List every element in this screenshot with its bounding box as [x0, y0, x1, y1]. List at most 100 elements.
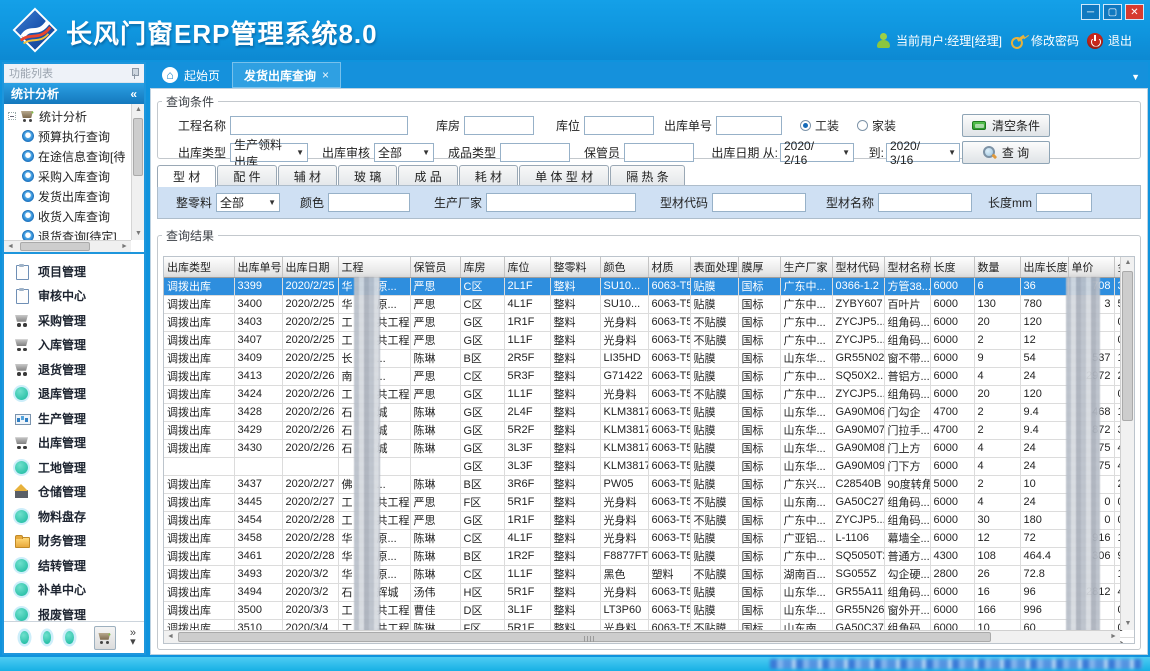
module-dot-icon[interactable] — [20, 631, 29, 644]
tab-close-icon[interactable]: × — [322, 68, 329, 82]
column-header[interactable]: 表面处理 — [690, 257, 738, 277]
tree-item[interactable]: 退货查询[待定] — [8, 226, 131, 240]
radio-industrial[interactable]: 工装 — [800, 117, 839, 134]
sidebar-item-生产管理[interactable]: 生产管理 — [14, 406, 144, 431]
sidebar-item-物料盘存[interactable]: 物料盘存 — [14, 504, 144, 529]
order-no-input[interactable] — [716, 116, 782, 135]
scroll-up-arrow[interactable]: ▲ — [1121, 257, 1135, 269]
scroll-up-arrow[interactable]: ▲ — [132, 104, 144, 116]
color-input[interactable] — [328, 193, 410, 212]
grid-row[interactable]: 调拨出库33992020/2/25华原...严思C区2L1F整料SU10...6… — [164, 277, 1135, 295]
material-tab-5[interactable]: 成 品 — [398, 165, 457, 186]
sidebar-item-项目管理[interactable]: 项目管理 — [14, 259, 144, 284]
column-header[interactable]: 出库日期 — [282, 257, 338, 277]
tree-vertical-scrollbar[interactable]: ▲ ▼ — [131, 104, 144, 240]
product-type-input[interactable] — [500, 143, 570, 162]
radio-on-icon[interactable] — [800, 120, 811, 131]
tab-list-caret-icon[interactable]: ▼ — [1131, 62, 1148, 88]
grid-row[interactable]: 调拨出库35002020/3/3工共工程曹佳D区3L1F整料LT3P606063… — [164, 601, 1135, 619]
material-tab-8[interactable]: 隔 热 条 — [610, 165, 685, 186]
tree-item[interactable]: 预算执行查询 — [8, 126, 131, 146]
tree-item[interactable]: 采购入库查询 — [8, 166, 131, 186]
sidebar-item-采购管理[interactable]: 采购管理 — [14, 308, 144, 333]
column-header[interactable]: 出库单号 — [234, 257, 282, 277]
more-modules-button[interactable]: »▾ — [130, 629, 136, 647]
sidebar-item-财务管理[interactable]: 财务管理 — [14, 528, 144, 553]
profile-name-input[interactable] — [878, 193, 972, 212]
grid-row[interactable]: G区3L3F整料KLM38176063-T5贴膜国标山东华...GA90M09.… — [164, 457, 1135, 475]
tree-expander-icon[interactable] — [8, 112, 16, 120]
radio-off-icon[interactable] — [857, 120, 868, 131]
column-header[interactable]: 生产厂家 — [780, 257, 832, 277]
grid-horizontal-scrollbar[interactable]: ◄ ► — [164, 630, 1120, 643]
tree-root-statistics[interactable]: 统计分析 — [8, 106, 131, 126]
whole-part-select[interactable]: 全部▼ — [216, 193, 280, 212]
audit-select[interactable]: 全部▼ — [374, 143, 434, 162]
column-header[interactable]: 材质 — [648, 257, 690, 277]
grid-row[interactable]: 调拨出库34292020/2/26石城陈琳G区5R2F整料KLM38176063… — [164, 421, 1135, 439]
grid-row[interactable]: 调拨出库34932020/3/2华原...陈琳C区1L1F整料黑色塑料不贴膜国标… — [164, 565, 1135, 583]
logout-button[interactable]: 退出 — [1087, 32, 1132, 49]
maximize-button[interactable]: ▢ — [1103, 4, 1122, 20]
outbound-type-select[interactable]: 生产领料出库▼ — [230, 143, 308, 162]
column-header[interactable]: 数量 — [974, 257, 1020, 277]
column-header[interactable]: 库位 — [504, 257, 550, 277]
project-name-input[interactable] — [230, 116, 408, 135]
date-to-picker[interactable]: 2020/ 3/16▼ — [886, 143, 960, 162]
material-tab-3[interactable]: 辅 材 — [278, 165, 337, 186]
sidebar-item-报废管理[interactable]: 报废管理 — [14, 602, 144, 621]
sidebar-item-补单中心[interactable]: 补单中心 — [14, 577, 144, 602]
module-dot-icon[interactable] — [65, 631, 74, 644]
column-header[interactable]: 颜色 — [600, 257, 648, 277]
scroll-left-arrow[interactable]: ◄ — [164, 631, 177, 643]
material-tab-4[interactable]: 玻 璃 — [338, 165, 397, 186]
column-header[interactable]: 库房 — [460, 257, 504, 277]
profile-code-input[interactable] — [712, 193, 806, 212]
grid-row[interactable]: 调拨出库34582020/2/28华原...陈琳C区4L1F整料光身料6063-… — [164, 529, 1135, 547]
grid-row[interactable]: 调拨出库34242020/2/26工共工程严思G区1L1F整料光身料6063-T… — [164, 385, 1135, 403]
keeper-input[interactable] — [624, 143, 694, 162]
column-header[interactable]: 工程 — [338, 257, 410, 277]
column-header[interactable]: 单价 — [1068, 257, 1114, 277]
grid-row[interactable]: 调拨出库34542020/2/28工共工程严思G区1R1F整料光身料6063-T… — [164, 511, 1135, 529]
material-tab-2[interactable]: 配 件 — [217, 165, 276, 186]
sidebar-item-结转管理[interactable]: 结转管理 — [14, 553, 144, 578]
column-header[interactable]: 出库类型 — [164, 257, 234, 277]
search-button[interactable]: 查 询 — [962, 141, 1050, 164]
tree-item[interactable]: 在途信息查询[待 — [8, 146, 131, 166]
grid-row[interactable]: 调拨出库34002020/2/25华原...严思C区4L1F整料SU10...6… — [164, 295, 1135, 313]
close-button[interactable]: ✕ — [1125, 4, 1144, 20]
length-input[interactable] — [1036, 193, 1092, 212]
column-header[interactable]: 型材名称 — [884, 257, 930, 277]
sidebar-item-退库管理[interactable]: 退库管理 — [14, 381, 144, 406]
material-tab-1[interactable]: 型 材 — [157, 165, 216, 187]
material-tab-6[interactable]: 耗 材 — [459, 165, 518, 186]
factory-input[interactable] — [486, 193, 636, 212]
column-header[interactable]: 膜厚 — [738, 257, 780, 277]
scroll-down-arrow[interactable]: ▼ — [132, 228, 144, 240]
grid-row[interactable]: 调拨出库34452020/2/27工共工程严思F区5R1F整料光身料6063-T… — [164, 493, 1135, 511]
sidebar-item-退货管理[interactable]: 退货管理 — [14, 357, 144, 382]
scroll-left-arrow[interactable]: ◄ — [4, 241, 17, 253]
column-header[interactable]: 整零料 — [550, 257, 600, 277]
grid-vertical-scrollbar[interactable]: ▲ ▼ — [1120, 257, 1134, 630]
column-header[interactable]: 保管员 — [410, 257, 460, 277]
cart-module-button[interactable] — [94, 626, 116, 650]
warehouse-input[interactable] — [464, 116, 534, 135]
minimize-button[interactable]: ─ — [1081, 4, 1100, 20]
grid-row[interactable]: 调拨出库34282020/2/26石城陈琳G区2L4F整料KLM38176063… — [164, 403, 1135, 421]
change-password-button[interactable]: 修改密码 — [1010, 32, 1079, 49]
column-header[interactable]: 出库长度 — [1020, 257, 1068, 277]
tab-shipping-outbound-query[interactable]: 发货出库查询 × — [232, 62, 341, 88]
sidebar-section-header[interactable]: 统计分析 « — [4, 83, 144, 104]
sidebar-item-仓储管理[interactable]: 仓储管理 — [14, 479, 144, 504]
grid-row[interactable]: 调拨出库34372020/2/27佛...陈琳B区3R6F整料PW056063-… — [164, 475, 1135, 493]
tree-item[interactable]: 发货出库查询 — [8, 186, 131, 206]
collapse-icon[interactable]: « — [130, 87, 137, 101]
tree-horizontal-scrollbar[interactable]: ◄ ► — [4, 240, 131, 252]
sidebar-item-审核中心[interactable]: 审核中心 — [14, 283, 144, 308]
radio-home-deco[interactable]: 家装 — [857, 117, 896, 134]
location-input[interactable] — [584, 116, 654, 135]
grid-row[interactable]: 调拨出库34072020/2/25工共工程严思G区1L1F整料光身料6063-T… — [164, 331, 1135, 349]
grid-row[interactable]: 调拨出库34092020/2/25长...陈琳B区2R5F整料LI35HD606… — [164, 349, 1135, 367]
